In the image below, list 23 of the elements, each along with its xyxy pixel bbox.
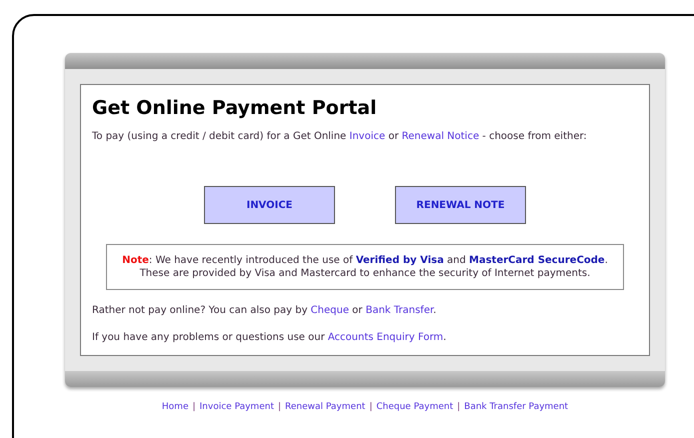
text-link[interactable]: MasterCard SecureCode bbox=[469, 255, 605, 266]
payment-button[interactable]: INVOICE bbox=[204, 186, 335, 224]
page-title: Get Online Payment Portal bbox=[92, 96, 378, 120]
text-link[interactable]: Verified by Visa bbox=[356, 255, 444, 266]
separator: | bbox=[368, 401, 374, 414]
intro-text: To pay (using a credit / debit card) for a Get Online Invoice or Renewal Notice - choose from either: bbox=[92, 130, 588, 144]
text-link[interactable]: Renewal Notice bbox=[402, 131, 480, 142]
text-link[interactable]: Invoice bbox=[349, 131, 386, 142]
text-link[interactable]: Accounts Enquiry Form bbox=[328, 332, 444, 343]
note-text: Note: We have recently introduced the use of Verified by Visa and MasterCard SecureCode. These are provided by Visa and Mastercard to enhance the security of Internet payments. bbox=[106, 244, 624, 290]
text-link[interactable]: Cheque bbox=[310, 305, 349, 316]
body-text: Rather not pay online? You can also pay by Cheque or Bank Transfer. bbox=[92, 304, 438, 318]
footer-link[interactable]: Home bbox=[162, 401, 188, 414]
payment-button[interactable]: RENEWAL NOTE bbox=[395, 186, 526, 224]
footer-link[interactable]: Invoice Payment bbox=[200, 401, 274, 414]
body-text: If you have any problems or questions use our Accounts Enquiry Form. bbox=[92, 331, 448, 345]
separator: | bbox=[276, 401, 282, 414]
separator: | bbox=[191, 401, 197, 414]
footer-link[interactable]: Cheque Payment bbox=[376, 401, 454, 414]
footer-link[interactable]: Renewal Payment bbox=[285, 401, 366, 414]
separator: | bbox=[456, 401, 462, 414]
footer-link[interactable]: Bank Transfer Payment bbox=[464, 401, 568, 414]
text-link[interactable]: Bank Transfer bbox=[366, 305, 434, 316]
